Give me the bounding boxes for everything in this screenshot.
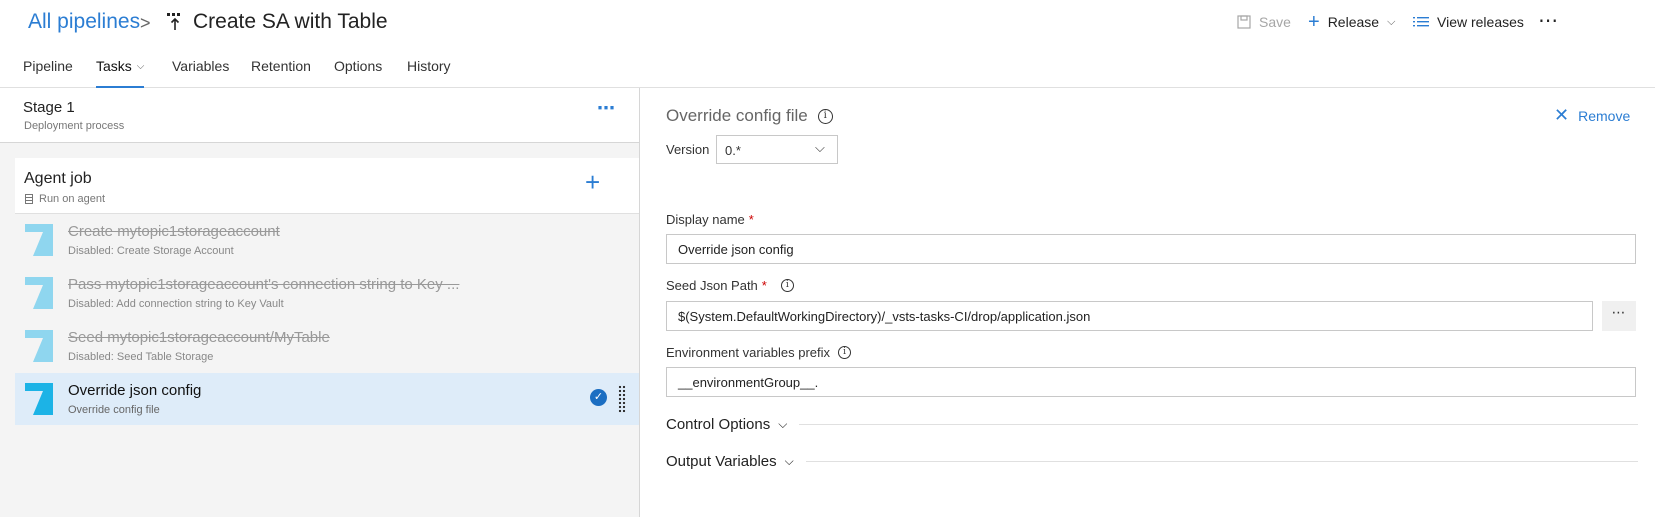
- save-button[interactable]: Save: [1237, 14, 1291, 30]
- task-title: Create mytopic1storageaccount: [68, 223, 280, 240]
- tab-retention[interactable]: Retention: [251, 58, 311, 88]
- task-title: Override json config: [68, 382, 202, 399]
- tab-bar: Pipeline Tasks ⌵ Variables Retention Opti…: [0, 52, 1655, 88]
- env-prefix-label-text: Environment variables prefix: [666, 345, 831, 360]
- more-actions-button[interactable]: ⋯: [1538, 8, 1559, 33]
- tab-label: Variables: [172, 58, 230, 74]
- task-icon: [25, 224, 53, 256]
- tab-variables[interactable]: Variables: [172, 58, 229, 88]
- tab-label: Retention: [251, 58, 311, 74]
- task-subtitle: Disabled: Seed Table Storage: [68, 351, 214, 363]
- task-subtitle: Disabled: Add connection string to Key V…: [68, 298, 284, 310]
- seed-json-path-label-text: Seed Json Path: [666, 278, 758, 293]
- chevron-down-icon: ⌵: [136, 61, 145, 72]
- checkmark-icon: ✓: [590, 389, 607, 406]
- task-item[interactable]: Pass mytopic1storageaccount's connection…: [15, 267, 639, 319]
- tab-pipeline[interactable]: Pipeline: [23, 58, 73, 88]
- info-icon[interactable]: i: [838, 346, 852, 359]
- tab-options[interactable]: Options: [334, 58, 382, 88]
- task-title: Pass mytopic1storageaccount's connection…: [68, 276, 460, 293]
- server-icon: [25, 194, 33, 204]
- task-icon: [25, 330, 53, 362]
- info-icon[interactable]: i: [817, 108, 833, 124]
- stage-more-button[interactable]: ⋯: [597, 98, 616, 119]
- tab-label: History: [407, 58, 451, 74]
- stage-header[interactable]: Stage 1 Deployment process ⋯: [0, 88, 639, 143]
- plus-icon: +: [1308, 11, 1320, 33]
- seed-json-path-value: $(System.DefaultWorkingDirectory)/_vsts-…: [678, 309, 1091, 324]
- output-variables-section[interactable]: Output Variables ⌵: [666, 453, 1638, 470]
- chevron-down-icon: ⌵: [815, 140, 825, 155]
- divider: [805, 461, 1638, 462]
- agent-job-subtitle: Run on agent: [25, 193, 105, 205]
- view-releases-label: View releases: [1437, 14, 1524, 30]
- all-pipelines-link[interactable]: All pipelines: [28, 10, 140, 34]
- task-detail-title-text: Override config file: [666, 106, 808, 125]
- stage-subtitle: Deployment process: [24, 120, 125, 132]
- env-prefix-field[interactable]: __environmentGroup__.: [666, 367, 1636, 397]
- browse-button[interactable]: ⋯: [1602, 301, 1636, 331]
- view-releases-button[interactable]: View releases: [1413, 14, 1524, 30]
- seed-json-path-field[interactable]: $(System.DefaultWorkingDirectory)/_vsts-…: [666, 301, 1593, 331]
- task-detail-title: Override config file i: [666, 106, 833, 126]
- remove-label: Remove: [1578, 107, 1631, 124]
- tab-history[interactable]: History: [407, 58, 451, 88]
- task-item-selected[interactable]: Override json config Override config fil…: [15, 373, 639, 425]
- divider: [799, 424, 1638, 425]
- tab-label: Options: [334, 58, 383, 74]
- save-label: Save: [1259, 14, 1291, 30]
- agent-job[interactable]: Agent job Run on agent +: [15, 158, 639, 214]
- task-list-panel: Stage 1 Deployment process ⋯ Agent job R…: [0, 88, 640, 517]
- task-subtitle: Override config file: [68, 404, 160, 416]
- page-title: Create SA with Table: [193, 10, 388, 33]
- release-label: Release: [1327, 14, 1380, 30]
- agent-job-subtitle-text: Run on agent: [39, 193, 106, 205]
- display-name-value: Override json config: [678, 242, 794, 257]
- chevron-down-icon: ⌵: [1387, 15, 1396, 28]
- seed-json-path-label: Seed Json Path * i: [666, 278, 794, 293]
- env-prefix-label: Environment variables prefix i: [666, 345, 852, 360]
- list-icon: [1413, 17, 1429, 27]
- version-value: 0.*: [725, 143, 741, 158]
- required-marker: *: [748, 212, 754, 227]
- save-icon: [1237, 15, 1251, 29]
- version-label: Version: [666, 142, 710, 157]
- drag-handle-icon[interactable]: [618, 385, 626, 413]
- chevron-down-icon: ⌵: [784, 454, 794, 468]
- tab-tasks[interactable]: Tasks ⌵: [96, 58, 145, 88]
- task-item[interactable]: Create mytopic1storageaccount Disabled: …: [15, 214, 639, 266]
- task-icon: [25, 383, 53, 415]
- display-name-label: Display name *: [666, 212, 754, 227]
- control-options-section[interactable]: Control Options ⌵: [666, 416, 1638, 433]
- required-marker: *: [761, 278, 767, 293]
- tab-label: Pipeline: [23, 58, 73, 74]
- control-options-label: Control Options: [666, 416, 771, 433]
- task-item[interactable]: Seed mytopic1storageaccount/MyTable Disa…: [15, 320, 639, 372]
- env-prefix-value: __environmentGroup__.: [678, 375, 819, 390]
- info-icon[interactable]: i: [780, 279, 794, 292]
- chevron-down-icon: ⌵: [778, 417, 788, 431]
- display-name-field[interactable]: Override json config: [666, 234, 1636, 264]
- agent-job-title: Agent job: [24, 170, 92, 187]
- remove-task-button[interactable]: ✕ Remove: [1554, 105, 1630, 126]
- add-task-button[interactable]: +: [585, 167, 600, 198]
- display-name-label-text: Display name: [666, 212, 745, 227]
- close-icon: ✕: [1554, 105, 1570, 125]
- output-variables-label: Output Variables: [666, 453, 777, 470]
- task-title: Seed mytopic1storageaccount/MyTable: [68, 329, 330, 346]
- stage-title: Stage 1: [23, 99, 75, 116]
- release-button[interactable]: + Release ⌵: [1308, 11, 1396, 33]
- task-icon: [25, 277, 53, 309]
- release-pipeline-icon: [167, 13, 180, 30]
- tab-label: Tasks: [96, 58, 132, 74]
- breadcrumb-separator-icon: >: [140, 13, 151, 33]
- task-subtitle: Disabled: Create Storage Account: [68, 245, 234, 257]
- version-select[interactable]: 0.* ⌵: [716, 135, 838, 164]
- top-bar: All pipelines > Create SA with Table Sav…: [0, 0, 1655, 44]
